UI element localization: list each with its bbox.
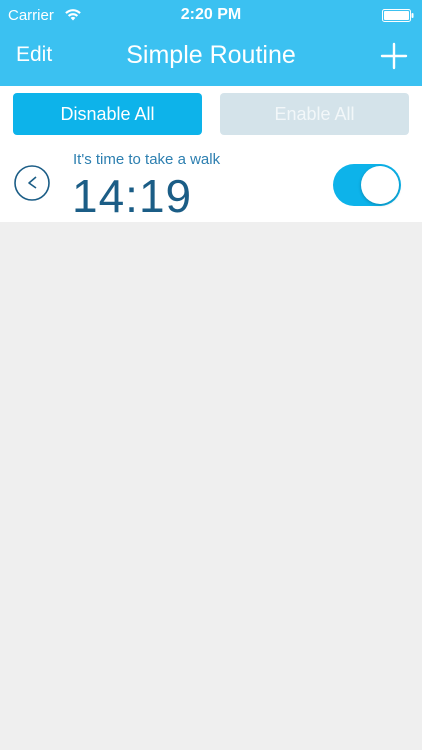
status-time: 2:20 PM <box>180 6 242 23</box>
nav-bar: Edit Simple Routine <box>0 30 422 86</box>
routine-time: 14:19 <box>72 170 193 222</box>
page-title: Simple Routine <box>126 41 296 69</box>
toggle-knob <box>361 166 399 204</box>
battery-icon <box>382 9 414 22</box>
header: Carrier 2:20 PM Edit Simple Routine <box>0 0 422 86</box>
status-bar: Carrier 2:20 PM <box>0 0 422 30</box>
clock-icon <box>14 165 50 201</box>
routine-toggle[interactable] <box>333 164 401 206</box>
routine-row[interactable]: It's time to take a walk 14:19 <box>0 144 422 222</box>
enable-all-button[interactable]: Enable All <box>220 93 409 135</box>
screen: Carrier 2:20 PM Edit Simple Routine Disn… <box>0 0 422 750</box>
bulk-actions: Disnable All Enable All <box>0 86 422 144</box>
empty-content-area <box>0 222 422 750</box>
plus-icon[interactable] <box>380 42 408 70</box>
disable-all-button[interactable]: Disnable All <box>13 93 202 135</box>
routine-message: It's time to take a walk <box>73 151 221 168</box>
